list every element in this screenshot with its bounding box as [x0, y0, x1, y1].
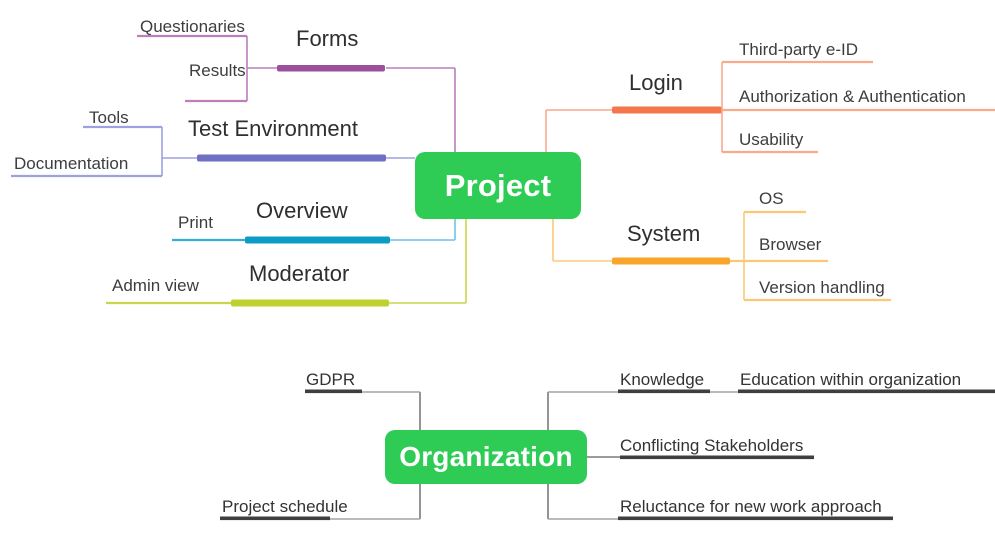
child-label-documentation[interactable]: Documentation	[14, 155, 128, 172]
bar-test-environment	[197, 154, 386, 162]
bar-knowledge	[618, 389, 710, 394]
child-label-authorization-authentication[interactable]: Authorization & Authentication	[739, 88, 966, 105]
bar-education-within-organization	[738, 389, 995, 394]
child-label-third-party-eid[interactable]: Third-party e-ID	[739, 41, 858, 58]
mindmap-canvas: Project Organization Forms Questionaries…	[0, 0, 995, 541]
bar-gdpr	[305, 389, 362, 394]
child-label-admin-view[interactable]: Admin view	[112, 277, 199, 294]
branch-label-system[interactable]: System	[627, 223, 700, 245]
branch-label-moderator[interactable]: Moderator	[249, 263, 349, 285]
bar-system	[612, 257, 730, 265]
bar-forms	[277, 65, 385, 72]
child-label-print[interactable]: Print	[178, 214, 213, 231]
child-label-tools[interactable]: Tools	[89, 109, 129, 126]
branch-label-forms[interactable]: Forms	[296, 28, 358, 50]
child-label-os[interactable]: OS	[759, 190, 784, 207]
child-label-questionaries[interactable]: Questionaries	[140, 18, 245, 35]
bar-project-schedule	[220, 516, 330, 521]
branch-label-knowledge[interactable]: Knowledge	[620, 371, 704, 388]
bar-overview	[245, 236, 390, 244]
child-label-usability[interactable]: Usability	[739, 131, 803, 148]
child-label-version-handling[interactable]: Version handling	[759, 279, 885, 296]
bar-moderator	[231, 299, 389, 307]
branch-label-reluctance[interactable]: Reluctance for new work approach	[620, 498, 882, 515]
child-label-education-within-organization[interactable]: Education within organization	[740, 371, 961, 388]
child-label-results[interactable]: Results	[189, 62, 246, 79]
branch-label-overview[interactable]: Overview	[256, 200, 348, 222]
root-node-organization[interactable]: Organization	[385, 430, 587, 484]
branch-label-conflicting-stakeholders[interactable]: Conflicting Stakeholders	[620, 437, 803, 454]
bar-conflicting-stakeholders	[620, 455, 814, 460]
branch-label-login[interactable]: Login	[629, 72, 683, 94]
child-label-browser[interactable]: Browser	[759, 236, 821, 253]
bar-reluctance	[618, 516, 893, 521]
branch-label-gdpr[interactable]: GDPR	[306, 371, 355, 388]
branch-label-project-schedule[interactable]: Project schedule	[222, 498, 348, 515]
bar-login	[612, 106, 722, 114]
branch-label-test-environment[interactable]: Test Environment	[188, 118, 358, 140]
root-node-project[interactable]: Project	[415, 152, 581, 219]
